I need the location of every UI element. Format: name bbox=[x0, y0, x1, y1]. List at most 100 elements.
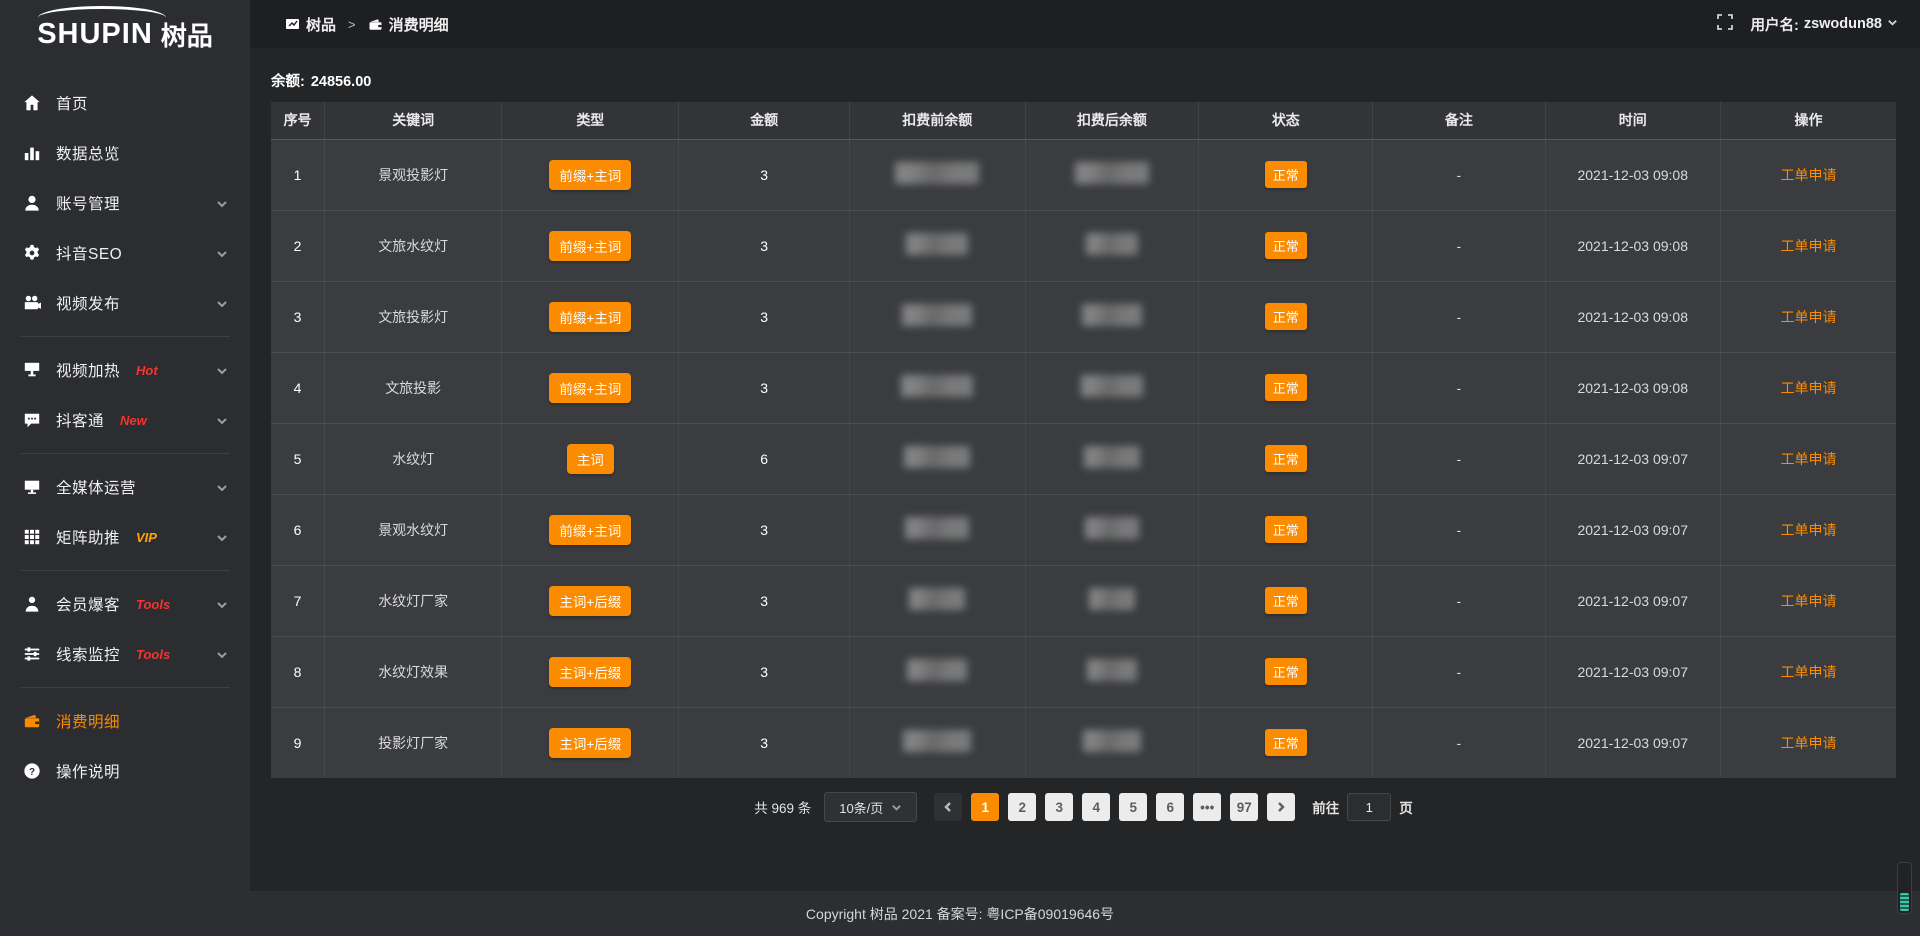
cell-amount: 6 bbox=[679, 423, 850, 494]
work-order-link[interactable]: 工单申请 bbox=[1781, 664, 1837, 680]
work-order-link[interactable]: 工单申请 bbox=[1781, 451, 1837, 467]
column-header: 扣费前余额 bbox=[850, 102, 1026, 139]
work-order-link[interactable]: 工单申请 bbox=[1781, 522, 1837, 538]
cell-time: 2021-12-03 09:07 bbox=[1545, 707, 1721, 778]
chevron-down-icon bbox=[216, 247, 228, 259]
cell-time: 2021-12-03 09:07 bbox=[1545, 423, 1721, 494]
chevron-down-icon bbox=[891, 802, 902, 813]
sidebar-item-data-overview[interactable]: 数据总览 bbox=[0, 128, 250, 178]
cell-remark: - bbox=[1373, 565, 1545, 636]
redacted-balance bbox=[1081, 375, 1143, 397]
chevron-down-icon bbox=[1887, 16, 1898, 32]
page-button-5[interactable]: 5 bbox=[1119, 793, 1147, 821]
column-header: 金额 bbox=[679, 102, 850, 139]
app-icon bbox=[285, 17, 300, 32]
chevron-down-icon bbox=[216, 414, 228, 426]
brand-name-en: SHUPIN bbox=[37, 18, 153, 51]
sidebar-item-douyin-seo[interactable]: 抖音SEO bbox=[0, 228, 250, 278]
cell-action: 工单申请 bbox=[1721, 352, 1897, 423]
redacted-balance bbox=[901, 375, 973, 397]
user-icon bbox=[22, 194, 41, 213]
sidebar-item-account-management[interactable]: 账号管理 bbox=[0, 178, 250, 228]
goto-page-input[interactable] bbox=[1347, 793, 1391, 821]
sidebar-item-doukutong[interactable]: 抖客通 New bbox=[0, 395, 250, 445]
member-icon bbox=[22, 595, 41, 614]
redacted-balance bbox=[909, 588, 965, 610]
pagination-ellipsis[interactable]: ••• bbox=[1193, 793, 1221, 821]
work-order-link[interactable]: 工单申请 bbox=[1781, 593, 1837, 609]
sidebar-item-label: 账号管理 bbox=[56, 192, 120, 214]
cell-amount: 3 bbox=[679, 281, 850, 352]
cell-time: 2021-12-03 09:07 bbox=[1545, 494, 1721, 565]
page-button-3[interactable]: 3 bbox=[1045, 793, 1073, 821]
scrollbar-widget[interactable] bbox=[1897, 862, 1912, 914]
table-row: 5水纹灯主词6正常-2021-12-03 09:07工单申请 bbox=[271, 423, 1896, 494]
new-badge: New bbox=[120, 413, 147, 428]
type-badge: 前缀+主词 bbox=[549, 373, 631, 403]
user-menu[interactable]: 用户名: zswodun88 bbox=[1751, 14, 1899, 35]
cell-amount: 3 bbox=[679, 210, 850, 281]
sidebar-item-matrix-boost[interactable]: 矩阵助推 VIP bbox=[0, 512, 250, 562]
scrollbar-thumb bbox=[1900, 893, 1909, 911]
sidebar-item-home[interactable]: 首页 bbox=[0, 78, 250, 128]
page-button-4[interactable]: 4 bbox=[1082, 793, 1110, 821]
breadcrumb-root[interactable]: 树品 bbox=[306, 14, 336, 35]
cell-remark: - bbox=[1373, 281, 1545, 352]
cell-pre-balance bbox=[850, 636, 1026, 707]
sidebar-item-lead-monitor[interactable]: 线索监控 Tools bbox=[0, 629, 250, 679]
page-button-6[interactable]: 6 bbox=[1156, 793, 1184, 821]
work-order-link[interactable]: 工单申请 bbox=[1781, 167, 1837, 183]
cell-keyword: 投影灯厂家 bbox=[325, 707, 502, 778]
cell-pre-balance bbox=[850, 494, 1026, 565]
sidebar-item-member-burst[interactable]: 会员爆客 Tools bbox=[0, 579, 250, 629]
sidebar-item-instructions[interactable]: ? 操作说明 bbox=[0, 746, 250, 796]
page-size-select[interactable]: 10条/页 bbox=[824, 792, 917, 822]
work-order-link[interactable]: 工单申请 bbox=[1781, 380, 1837, 396]
work-order-link[interactable]: 工单申请 bbox=[1781, 238, 1837, 254]
sidebar-divider bbox=[20, 687, 230, 688]
balance-value: 24856.00 bbox=[311, 74, 371, 90]
video-camera-icon bbox=[22, 294, 41, 313]
sidebar-item-label: 消费明细 bbox=[56, 710, 120, 732]
sidebar-item-label: 首页 bbox=[56, 92, 88, 114]
prev-page-button[interactable] bbox=[934, 793, 962, 821]
fullscreen-icon[interactable] bbox=[1717, 14, 1733, 35]
sliders-icon bbox=[22, 645, 41, 664]
chevron-down-icon bbox=[216, 197, 228, 209]
table-row: 7水纹灯厂家主词+后缀3正常-2021-12-03 09:07工单申请 bbox=[271, 565, 1896, 636]
cell-remark: - bbox=[1373, 707, 1545, 778]
cell-no: 7 bbox=[271, 565, 325, 636]
next-page-button[interactable] bbox=[1267, 793, 1295, 821]
chat-icon bbox=[22, 411, 41, 430]
page-button-2[interactable]: 2 bbox=[1008, 793, 1036, 821]
cell-action: 工单申请 bbox=[1721, 494, 1897, 565]
table-body: 1景观投影灯前缀+主词3正常-2021-12-03 09:08工单申请2文旅水纹… bbox=[271, 139, 1896, 778]
sidebar-item-label: 操作说明 bbox=[56, 760, 120, 782]
page-button-97[interactable]: 97 bbox=[1230, 793, 1258, 821]
cell-post-balance bbox=[1025, 139, 1199, 210]
cell-status: 正常 bbox=[1199, 352, 1373, 423]
wallet-icon bbox=[22, 712, 41, 731]
cell-status: 正常 bbox=[1199, 210, 1373, 281]
sidebar-item-consumption-detail[interactable]: 消费明细 bbox=[0, 696, 250, 746]
sidebar-item-video-publish[interactable]: 视频发布 bbox=[0, 278, 250, 328]
table-row: 2文旅水纹灯前缀+主词3正常-2021-12-03 09:08工单申请 bbox=[271, 210, 1896, 281]
cell-keyword: 景观投影灯 bbox=[325, 139, 502, 210]
page-button-1[interactable]: 1 bbox=[971, 793, 999, 821]
table-row: 9投影灯厂家主词+后缀3正常-2021-12-03 09:07工单申请 bbox=[271, 707, 1896, 778]
cell-status: 正常 bbox=[1199, 139, 1373, 210]
sidebar-divider bbox=[20, 336, 230, 337]
sidebar-item-all-media[interactable]: 全媒体运营 bbox=[0, 462, 250, 512]
wallet-icon bbox=[368, 17, 383, 32]
cell-type: 主词 bbox=[502, 423, 679, 494]
cell-no: 4 bbox=[271, 352, 325, 423]
column-header: 时间 bbox=[1545, 102, 1721, 139]
work-order-link[interactable]: 工单申请 bbox=[1781, 309, 1837, 325]
work-order-link[interactable]: 工单申请 bbox=[1781, 735, 1837, 751]
table-row: 3文旅投影灯前缀+主词3正常-2021-12-03 09:08工单申请 bbox=[271, 281, 1896, 352]
sidebar-divider bbox=[20, 453, 230, 454]
column-header: 状态 bbox=[1199, 102, 1373, 139]
goto-page: 前往 页 bbox=[1312, 793, 1413, 821]
sidebar-item-video-heat[interactable]: 视频加热 Hot bbox=[0, 345, 250, 395]
status-badge: 正常 bbox=[1265, 374, 1307, 401]
